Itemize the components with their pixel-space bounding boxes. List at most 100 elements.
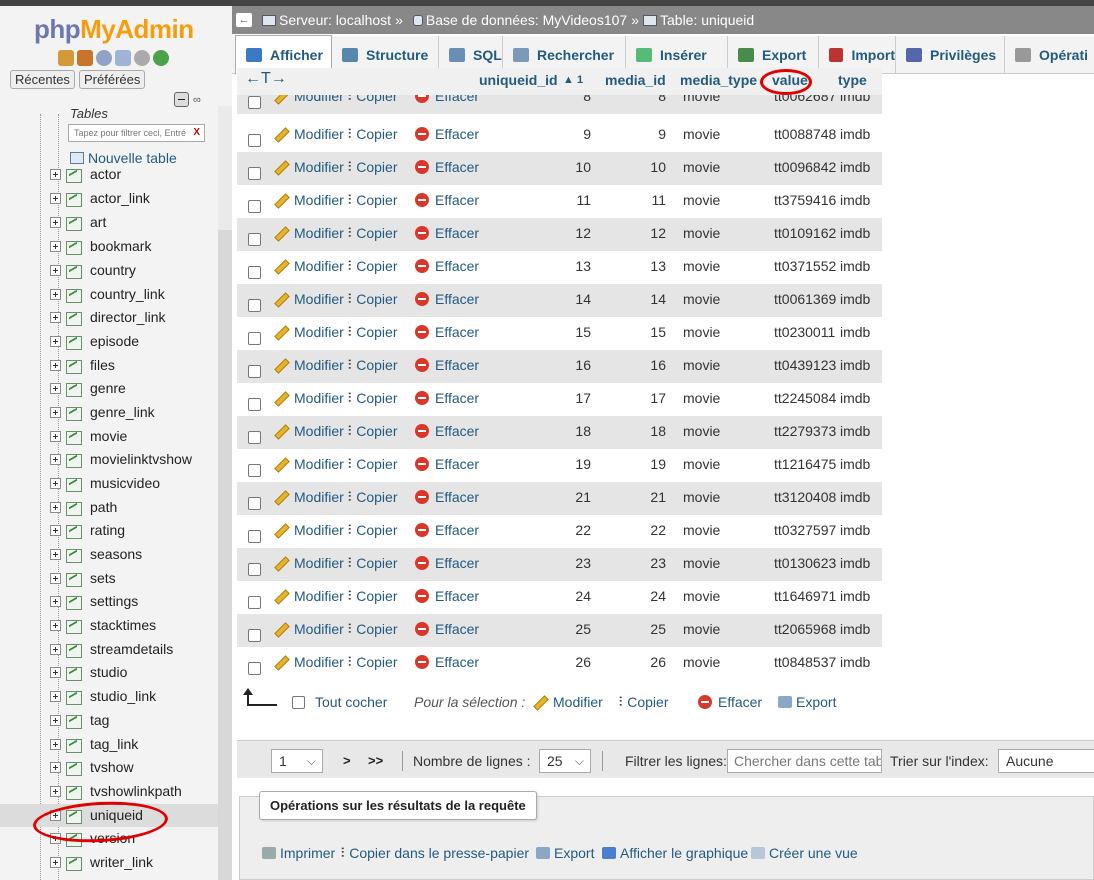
nav-table-name[interactable]: episode [90,333,139,349]
tab-recent[interactable]: Récentes [10,70,75,89]
nav-table-name[interactable]: country [90,262,136,278]
nav-table-name[interactable]: files [90,357,115,373]
link-with-main-icon[interactable]: ∞ [193,94,201,106]
row-checkbox[interactable] [248,596,261,609]
row-copy-button[interactable]: ⫶ Copier [348,225,398,241]
expand-icon[interactable] [50,454,61,465]
expand-icon[interactable] [50,549,61,560]
row-checkbox[interactable] [248,464,261,477]
expand-icon[interactable] [50,573,61,584]
nav-scrollbar-track[interactable] [218,106,232,230]
phpmyadmin-logo[interactable]: phpMyAdmin [34,14,194,45]
row-copy-button[interactable]: ⫶ Copier [348,324,398,340]
nav-table-item[interactable]: tag_link [0,733,218,756]
row-copy-button[interactable]: ⫶ Copier [348,522,398,538]
nav-table-name[interactable]: musicvideo [90,475,160,491]
home-icon[interactable] [58,50,74,66]
row-copy-button[interactable]: ⫶ Copier [348,357,398,373]
nav-table-item[interactable]: country [0,259,218,282]
row-copy-button[interactable]: ⫶ Copier [348,291,398,307]
nav-table-item[interactable]: tag [0,709,218,732]
nav-table-name[interactable]: actor_link [90,190,150,206]
row-checkbox[interactable] [248,332,261,345]
row-checkbox[interactable] [248,497,261,510]
breadcrumb-server[interactable]: Serveur: localhost [279,12,391,28]
nav-table-item[interactable]: genre [0,377,218,400]
expand-icon[interactable] [50,644,61,655]
row-checkbox[interactable] [248,266,261,279]
nav-table-name[interactable]: writer_link [90,854,153,870]
display-chart-button[interactable]: Afficher le graphique [602,845,748,861]
row-copy-button[interactable]: ⫶ Copier [348,456,398,472]
row-copy-button[interactable]: ⫶ Copier [348,159,398,175]
export-results-button[interactable]: Export [536,845,594,861]
row-edit-button[interactable]: Modifier [274,258,344,274]
nav-table-item[interactable]: rating [0,519,218,542]
logout-icon[interactable] [77,50,93,66]
row-delete-button[interactable]: Effacer [415,225,479,241]
docs-icon[interactable] [115,50,131,66]
row-copy-button[interactable]: ⫶ Copier [348,95,398,104]
nav-table-item[interactable]: director_link [0,306,218,329]
nav-table-item[interactable]: studio_link [0,685,218,708]
row-checkbox[interactable] [248,563,261,576]
last-page-button[interactable]: >> [368,753,383,768]
row-delete-button[interactable]: Effacer [415,159,479,175]
row-checkbox[interactable] [248,299,261,312]
row-edit-button[interactable]: Modifier [274,621,344,637]
clear-filter-icon[interactable]: X [193,125,200,141]
column-header-media-id[interactable]: media_id [605,72,666,88]
row-edit-button[interactable]: Modifier [274,159,344,175]
bulk-export-button[interactable]: Export [778,694,836,710]
row-checkbox[interactable] [248,530,261,543]
row-edit-button[interactable]: Modifier [274,225,344,241]
row-checkbox[interactable] [248,134,261,147]
row-checkbox[interactable] [248,662,261,675]
row-delete-button[interactable]: Effacer [415,258,479,274]
nav-table-name[interactable]: streamdetails [90,641,173,657]
tab-privileges[interactable]: Privilèges [896,36,1005,74]
row-delete-button[interactable]: Effacer [415,126,479,142]
nav-table-name[interactable]: tag [90,712,109,728]
row-copy-button[interactable]: ⫶ Copier [348,390,398,406]
row-copy-button[interactable]: ⫶ Copier [348,621,398,637]
row-edit-button[interactable]: Modifier [274,456,344,472]
expand-icon[interactable] [50,312,61,323]
bulk-edit-button[interactable]: Modifier [533,694,603,710]
nav-table-name[interactable]: sets [90,570,116,586]
expand-icon[interactable] [50,786,61,797]
row-checkbox[interactable] [248,431,261,444]
nav-table-name[interactable]: movie [90,428,127,444]
nav-table-name[interactable]: stacktimes [90,617,156,633]
row-copy-button[interactable]: ⫶ Copier [348,588,398,604]
row-delete-button[interactable]: Effacer [415,654,479,670]
collapse-all-button[interactable] [174,92,189,107]
column-toggle-arrows[interactable]: ←T→ [245,70,287,88]
nav-table-item[interactable]: streamdetails [0,638,218,661]
nav-scrollbar-thumb[interactable] [218,230,232,880]
row-copy-button[interactable]: ⫶ Copier [348,654,398,670]
row-copy-button[interactable]: ⫶ Copier [348,423,398,439]
nav-table-item[interactable]: musicvideo [0,472,218,495]
nav-table-name[interactable]: seasons [90,546,142,562]
expand-icon[interactable] [50,525,61,536]
nav-table-item[interactable]: bookmark [0,235,218,258]
nav-table-item[interactable]: studio [0,661,218,684]
row-delete-button[interactable]: Effacer [415,324,479,340]
row-checkbox[interactable] [248,167,261,180]
row-edit-button[interactable]: Modifier [274,357,344,373]
expand-icon[interactable] [50,478,61,489]
row-edit-button[interactable]: Modifier [274,192,344,208]
nav-table-item[interactable]: episode [0,330,218,353]
row-checkbox[interactable] [248,96,261,109]
nav-table-item[interactable]: writer_link [0,851,218,874]
bulk-delete-button[interactable]: Effacer [698,694,762,710]
row-delete-button[interactable]: Effacer [415,489,479,505]
expand-icon[interactable] [50,691,61,702]
expand-icon[interactable] [50,241,61,252]
nav-table-item[interactable]: genre_link [0,401,218,424]
expand-icon[interactable] [50,265,61,276]
row-delete-button[interactable]: Effacer [415,357,479,373]
row-delete-button[interactable]: Effacer [415,588,479,604]
tables-group-label[interactable]: Tables [70,106,108,121]
